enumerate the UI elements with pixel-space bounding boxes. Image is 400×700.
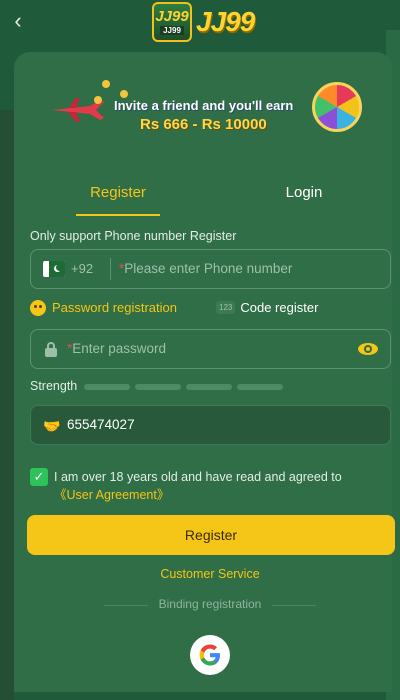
pakistan-flag-icon <box>43 261 65 277</box>
handshake-icon: 🤝 <box>43 418 61 434</box>
background-strip-left <box>0 110 14 700</box>
binding-registration-label: Binding registration <box>158 597 262 611</box>
logo-badge: JJ99 JJ99 <box>152 2 192 42</box>
coin-icon <box>120 90 128 98</box>
password-placeholder: *Enter password <box>67 341 166 356</box>
code-register-label: Code register <box>240 300 319 315</box>
tab-active-underline <box>76 214 160 216</box>
phone-placeholder-text: Please enter Phone number <box>124 261 293 276</box>
register-button[interactable]: Register <box>27 515 395 555</box>
password-registration-option[interactable]: Password registration <box>30 299 177 318</box>
google-login-button[interactable] <box>190 635 230 675</box>
strength-bar <box>186 384 232 390</box>
customer-service-link[interactable]: Customer Service <box>0 567 400 581</box>
phone-input[interactable]: +92 *Please enter Phone number <box>30 249 391 289</box>
prize-wheel-icon <box>312 82 362 132</box>
google-icon <box>199 644 220 666</box>
header: ‹ JJ99 JJ99 JJ99 <box>0 0 400 44</box>
password-placeholder-text: Enter password <box>72 341 167 356</box>
logo-badge-text: JJ99 <box>155 8 189 25</box>
invite-banner[interactable]: Invite a friend and you'll earn Rs 666 -… <box>50 76 370 140</box>
divider <box>110 258 111 280</box>
agreement-text: I am over 18 years old and have read and… <box>54 468 384 504</box>
tab-register[interactable]: Register <box>76 184 160 201</box>
referral-code-value: 655474027 <box>67 417 135 432</box>
password-input[interactable]: *Enter password <box>30 329 391 369</box>
strength-bar <box>135 384 181 390</box>
logo-badge-subtext: JJ99 <box>160 26 184 35</box>
password-registration-label: Password registration <box>52 300 177 315</box>
code-register-option[interactable]: 123 Code register <box>216 300 318 318</box>
tab-login[interactable]: Login <box>262 184 346 201</box>
register-hint: Only support Phone number Register <box>30 229 237 243</box>
coin-icon <box>94 96 102 104</box>
referral-code-input[interactable]: 🤝 655474027 <box>30 405 391 445</box>
user-agreement-link[interactable]: 《User Agreement》 <box>54 488 169 502</box>
keypad-icon: 123 <box>216 301 236 315</box>
strength-label: Strength <box>30 379 78 393</box>
eye-icon[interactable] <box>358 341 378 357</box>
coin-icon <box>102 80 110 88</box>
lock-icon <box>45 342 57 357</box>
country-code[interactable]: +92 <box>71 261 93 276</box>
smiley-icon <box>30 299 46 316</box>
agreement-statement: I am over 18 years old and have read and… <box>54 470 342 484</box>
phone-placeholder: *Please enter Phone number <box>119 261 292 276</box>
strength-bar <box>84 384 130 390</box>
chevron-left-icon[interactable]: ‹ <box>6 8 30 34</box>
register-card <box>14 52 392 692</box>
agree-checkbox[interactable]: ✓ <box>30 468 48 486</box>
strength-bar <box>237 384 283 390</box>
banner-amount: Rs 666 - Rs 10000 <box>140 116 267 133</box>
logo-text: JJ99 <box>196 6 255 37</box>
